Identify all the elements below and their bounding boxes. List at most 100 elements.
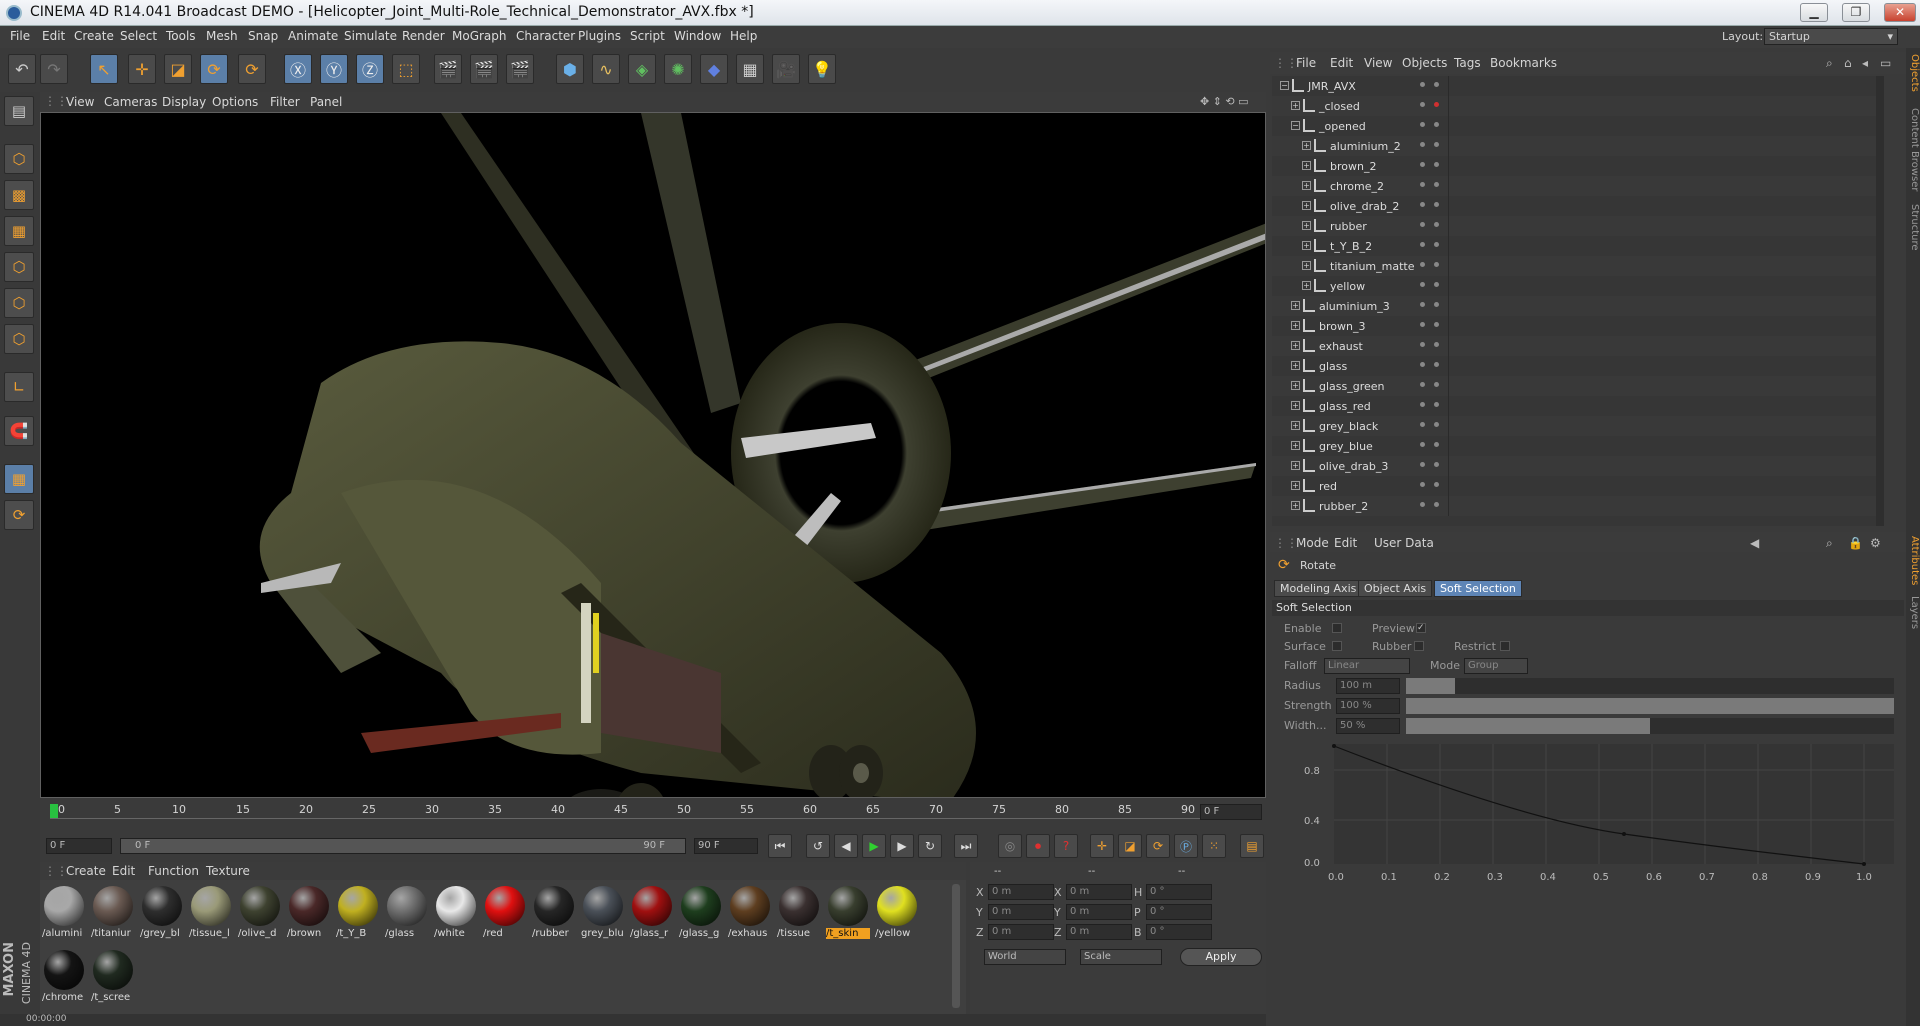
make-editable-icon[interactable]: ▤ (4, 96, 34, 126)
axis-mode-icon[interactable]: ∟ (4, 372, 34, 402)
timeline-icon[interactable]: ▤ (1240, 834, 1264, 858)
preview-checkbox[interactable]: ✓ (1416, 623, 1426, 633)
viewport-menu-options[interactable]: Options (212, 95, 258, 109)
object-row[interactable]: − JMR_AVX (1272, 76, 1884, 96)
strength-slider[interactable] (1406, 698, 1894, 714)
expand-icon[interactable]: − (1280, 81, 1289, 90)
width-slider[interactable] (1406, 718, 1894, 734)
home-icon[interactable]: ⌂ (1844, 56, 1852, 70)
object-row[interactable]: + chrome_2 (1272, 176, 1884, 196)
editor-visibility-dot[interactable] (1420, 342, 1425, 347)
object-row[interactable]: + olive_drab_3 (1272, 456, 1884, 476)
edges-mode-icon[interactable]: ⬡ (4, 288, 34, 318)
keyframe-selection-icon[interactable]: ? (1054, 834, 1078, 858)
radius-slider[interactable] (1406, 678, 1894, 694)
material-swatch[interactable]: grey_blu (581, 884, 625, 944)
next-frame-icon[interactable]: ▶ (890, 834, 914, 858)
render-visibility-dot[interactable] (1434, 502, 1439, 507)
tab-soft-selection[interactable]: Soft Selection (1434, 580, 1522, 597)
material-swatch[interactable]: /t_scree (91, 948, 135, 1008)
render-visibility-dot[interactable] (1434, 242, 1439, 247)
editor-visibility-dot[interactable] (1420, 322, 1425, 327)
play-icon[interactable]: ▶ (862, 834, 886, 858)
material-swatch[interactable]: /chrome (42, 948, 86, 1008)
object-name[interactable]: rubber_2 (1319, 500, 1368, 513)
falloff-graph[interactable]: 0.8 0.4 0.0 0.0 0.1 0.2 0.3 0.4 0.5 0.6 … (1294, 740, 1904, 890)
menu-mesh[interactable]: Mesh (206, 29, 238, 43)
render-view-icon[interactable]: 🎬 (434, 54, 462, 84)
expand-icon[interactable]: + (1291, 461, 1300, 470)
object-row[interactable]: + aluminium_2 (1272, 136, 1884, 156)
coord-field[interactable]: 0 m (988, 924, 1054, 940)
side-tab-attributes[interactable]: Attributes (1906, 536, 1920, 585)
next-key-icon[interactable]: ↻ (918, 834, 942, 858)
scale-select[interactable]: Scale (1080, 949, 1162, 965)
menu-snap[interactable]: Snap (248, 29, 278, 43)
render-visibility-dot[interactable] (1434, 142, 1439, 147)
material-menu-edit[interactable]: Edit (112, 864, 135, 878)
settings-icon[interactable]: ⚙ (1870, 536, 1881, 550)
object-row[interactable]: + brown_2 (1272, 156, 1884, 176)
live-selection-icon[interactable]: ↖ (90, 54, 118, 84)
object-name[interactable]: chrome_2 (1330, 180, 1384, 193)
coord-field[interactable]: 0 m (1066, 904, 1132, 920)
object-name[interactable]: aluminium_2 (1330, 140, 1401, 153)
object-name[interactable]: rubber (1330, 220, 1367, 233)
floor-icon[interactable]: ▦ (736, 54, 764, 84)
render-visibility-dot[interactable] (1434, 462, 1439, 467)
restrict-checkbox[interactable] (1500, 641, 1510, 651)
render-visibility-dot[interactable] (1434, 222, 1439, 227)
object-row[interactable]: + yellow (1272, 276, 1884, 296)
object-name[interactable]: JMR_AVX (1308, 80, 1356, 93)
menu-help[interactable]: Help (730, 29, 757, 43)
side-tab-content-browser[interactable]: Content Browser (1906, 108, 1920, 191)
x-axis-icon[interactable]: Ⓧ (284, 54, 312, 84)
object-name[interactable]: glass_red (1319, 400, 1371, 413)
strength-field[interactable]: 100 % (1336, 698, 1400, 714)
render-settings-icon[interactable]: 🎬 (506, 54, 534, 84)
objects-menu-edit[interactable]: Edit (1330, 56, 1353, 70)
search-icon[interactable]: ⌕ (1826, 536, 1833, 551)
current-frame-field[interactable]: 0 F (1200, 804, 1262, 820)
mode-select[interactable]: Group (1464, 658, 1528, 674)
object-name[interactable]: glass_green (1319, 380, 1385, 393)
points-mode-icon[interactable]: ⬡ (4, 252, 34, 282)
magnet-icon[interactable]: 🧲 (4, 416, 34, 446)
render-visibility-dot[interactable] (1434, 362, 1439, 367)
expand-icon[interactable]: + (1302, 201, 1311, 210)
object-name[interactable]: olive_drab_2 (1330, 200, 1399, 213)
objects-menu-objects[interactable]: Objects (1402, 56, 1447, 70)
object-row[interactable]: + aluminium_3 (1272, 296, 1884, 316)
object-name[interactable]: olive_drab_3 (1319, 460, 1388, 473)
collapse-icon[interactable]: ◂ (1862, 56, 1868, 70)
layout-select[interactable]: Startup ▾ (1764, 28, 1898, 45)
render-visibility-dot[interactable] (1434, 382, 1439, 387)
render-visibility-dot[interactable] (1434, 262, 1439, 267)
editor-visibility-dot[interactable] (1420, 202, 1425, 207)
render-visibility-dot[interactable] (1434, 322, 1439, 327)
go-to-end-icon[interactable]: ⏭ (954, 834, 978, 858)
close-button[interactable]: ✕ (1884, 3, 1916, 22)
world-select[interactable]: World (984, 949, 1066, 965)
material-swatch[interactable]: /glass (385, 884, 429, 944)
object-name[interactable]: brown_2 (1330, 160, 1376, 173)
render-visibility-dot[interactable] (1434, 82, 1439, 87)
frame-range-slider[interactable]: 0 F 90 F (120, 838, 686, 854)
coord-field[interactable]: 0 ° (1146, 924, 1212, 940)
material-swatch[interactable]: /olive_d (238, 884, 282, 944)
menu-edit[interactable]: Edit (42, 29, 65, 43)
previous-frame-icon[interactable]: ◀ (834, 834, 858, 858)
attributes-menu-user-data[interactable]: User Data (1374, 536, 1434, 550)
autokey-icon[interactable]: ⏺ (1026, 834, 1050, 858)
object-name[interactable]: glass (1319, 360, 1347, 373)
rotate-icon[interactable]: ⟳ (200, 54, 228, 84)
expand-icon[interactable]: + (1291, 341, 1300, 350)
render-visibility-dot[interactable] (1434, 162, 1439, 167)
key-scale-icon[interactable]: ◪ (1118, 834, 1142, 858)
expand-icon[interactable]: + (1291, 101, 1300, 110)
object-row[interactable]: + olive_drab_2 (1272, 196, 1884, 216)
editor-visibility-dot[interactable] (1420, 222, 1425, 227)
3d-viewport[interactable] (40, 112, 1266, 798)
object-row[interactable]: + exhaust (1272, 336, 1884, 356)
menu-character[interactable]: Character (516, 29, 575, 43)
